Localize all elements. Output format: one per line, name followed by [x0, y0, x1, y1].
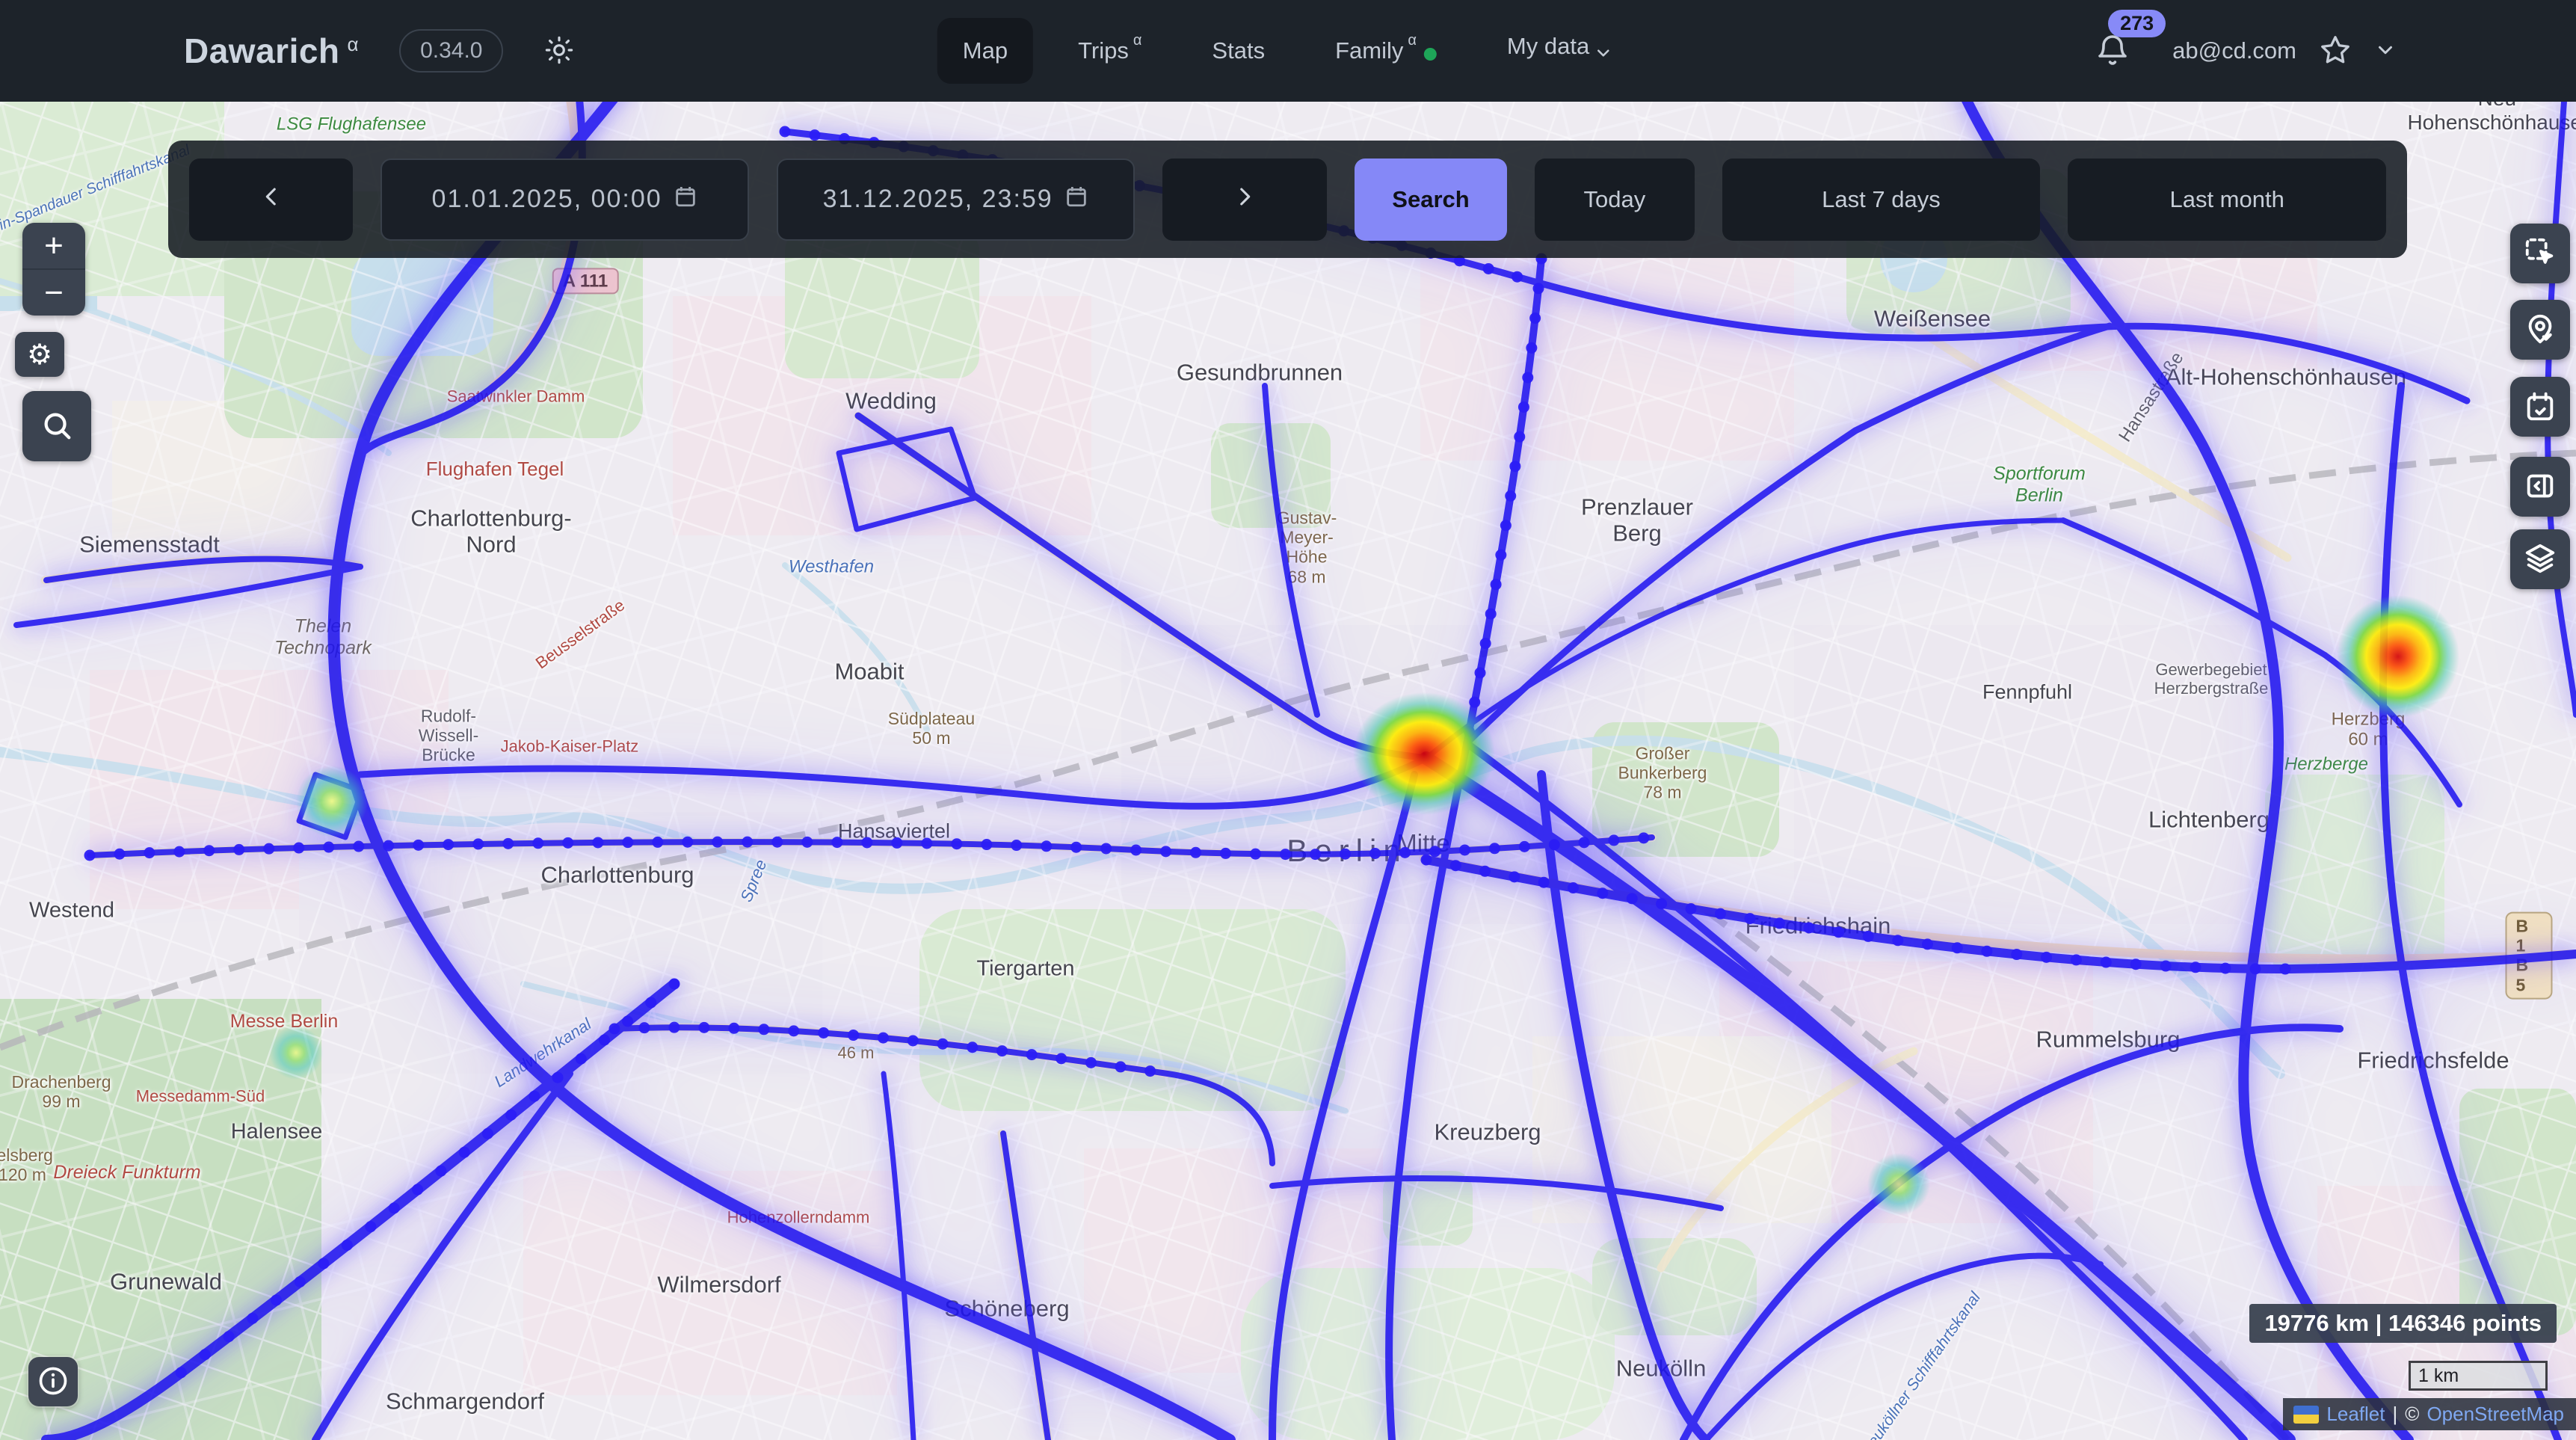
map-attribution: Leaflet | © OpenStreetMap [2283, 1398, 2576, 1430]
leaflet-link[interactable]: Leaflet [2326, 1403, 2385, 1426]
user-dropdown-chevron[interactable] [2374, 39, 2397, 64]
zoom-in-button[interactable]: + [22, 223, 85, 268]
user-email: ab@cd.com [2172, 37, 2296, 64]
heatmap-tracks-layer [0, 102, 2576, 1440]
tab-trips[interactable]: Tripsα [1053, 18, 1167, 84]
calendar-icon [673, 183, 698, 215]
theme-toggle-button[interactable] [543, 34, 575, 68]
map-scale-bar: 1 km [2409, 1361, 2548, 1391]
notifications-count-badge: 273 [2108, 10, 2166, 37]
star-icon [2319, 34, 2352, 69]
chevron-down-icon [1594, 42, 1613, 69]
map-info-button[interactable] [28, 1357, 78, 1406]
map-search-button[interactable] [22, 391, 91, 461]
previous-range-button[interactable] [189, 159, 353, 241]
lasso-select-icon [2523, 236, 2557, 272]
chevron-down-icon [2374, 39, 2397, 64]
version-badge: 0.34.0 [399, 29, 503, 73]
map-canvas[interactable]: LSG FlughafenseeBerlin-Spandauer Schifff… [0, 102, 2576, 1440]
sun-icon [543, 34, 575, 68]
tab-map[interactable]: Map [937, 18, 1033, 84]
track-stats-badge: 19776 km | 146346 points [2249, 1304, 2557, 1343]
gear-icon: ⚙ [27, 338, 52, 372]
search-button[interactable]: Search [1355, 159, 1507, 241]
date-range-toolbar: 01.01.2025, 00:00 31.12.2025, 23:59 Sear… [168, 141, 2407, 258]
chevron-right-icon [1232, 184, 1257, 215]
calendar-panel-button[interactable] [2510, 377, 2570, 437]
favorites-button[interactable] [2319, 34, 2352, 69]
search-icon [40, 408, 74, 445]
today-button[interactable]: Today [1535, 159, 1694, 241]
chevron-left-icon [259, 184, 284, 215]
info-icon [37, 1364, 70, 1400]
top-navbar: Dawarichα 0.34.0 Map Tripsα Stats Family… [0, 0, 2576, 102]
end-date-input[interactable]: 31.12.2025, 23:59 [777, 159, 1136, 241]
zoom-out-button[interactable]: − [22, 270, 85, 316]
toggle-sidebar-button[interactable] [2510, 457, 2570, 517]
last-7-days-button[interactable]: Last 7 days [1722, 159, 2041, 241]
area-selection-button[interactable] [2510, 224, 2570, 283]
notifications-button[interactable]: 273 [2095, 32, 2130, 70]
tab-stats[interactable]: Stats [1186, 18, 1290, 84]
bell-icon [2095, 32, 2130, 70]
layers-icon [2523, 541, 2557, 578]
sidebar-collapse-icon [2523, 469, 2557, 505]
main-navigation: Map Tripsα Stats Familyα My data [937, 0, 1639, 102]
last-month-button[interactable]: Last month [2068, 159, 2386, 241]
ukraine-flag-icon [2293, 1406, 2319, 1424]
zoom-control: + − [22, 223, 85, 316]
app-logo: Dawarichα [184, 31, 359, 71]
calendar-check-icon [2523, 389, 2557, 425]
next-range-button[interactable] [1162, 159, 1326, 241]
start-date-input[interactable]: 01.01.2025, 00:00 [380, 159, 749, 241]
calendar-icon [1064, 183, 1089, 215]
family-online-dot [1424, 48, 1437, 61]
pin-check-icon [2523, 312, 2557, 348]
layers-button[interactable] [2510, 529, 2570, 589]
map-settings-button[interactable]: ⚙ [15, 332, 64, 377]
user-menu-button[interactable]: ab@cd.com [2172, 37, 2296, 64]
tab-family[interactable]: Familyα [1310, 18, 1462, 84]
tab-my-data[interactable]: My data [1482, 13, 1639, 88]
visits-button[interactable] [2510, 300, 2570, 360]
alpha-sup: α [348, 33, 360, 55]
osm-link[interactable]: OpenStreetMap [2426, 1403, 2564, 1426]
